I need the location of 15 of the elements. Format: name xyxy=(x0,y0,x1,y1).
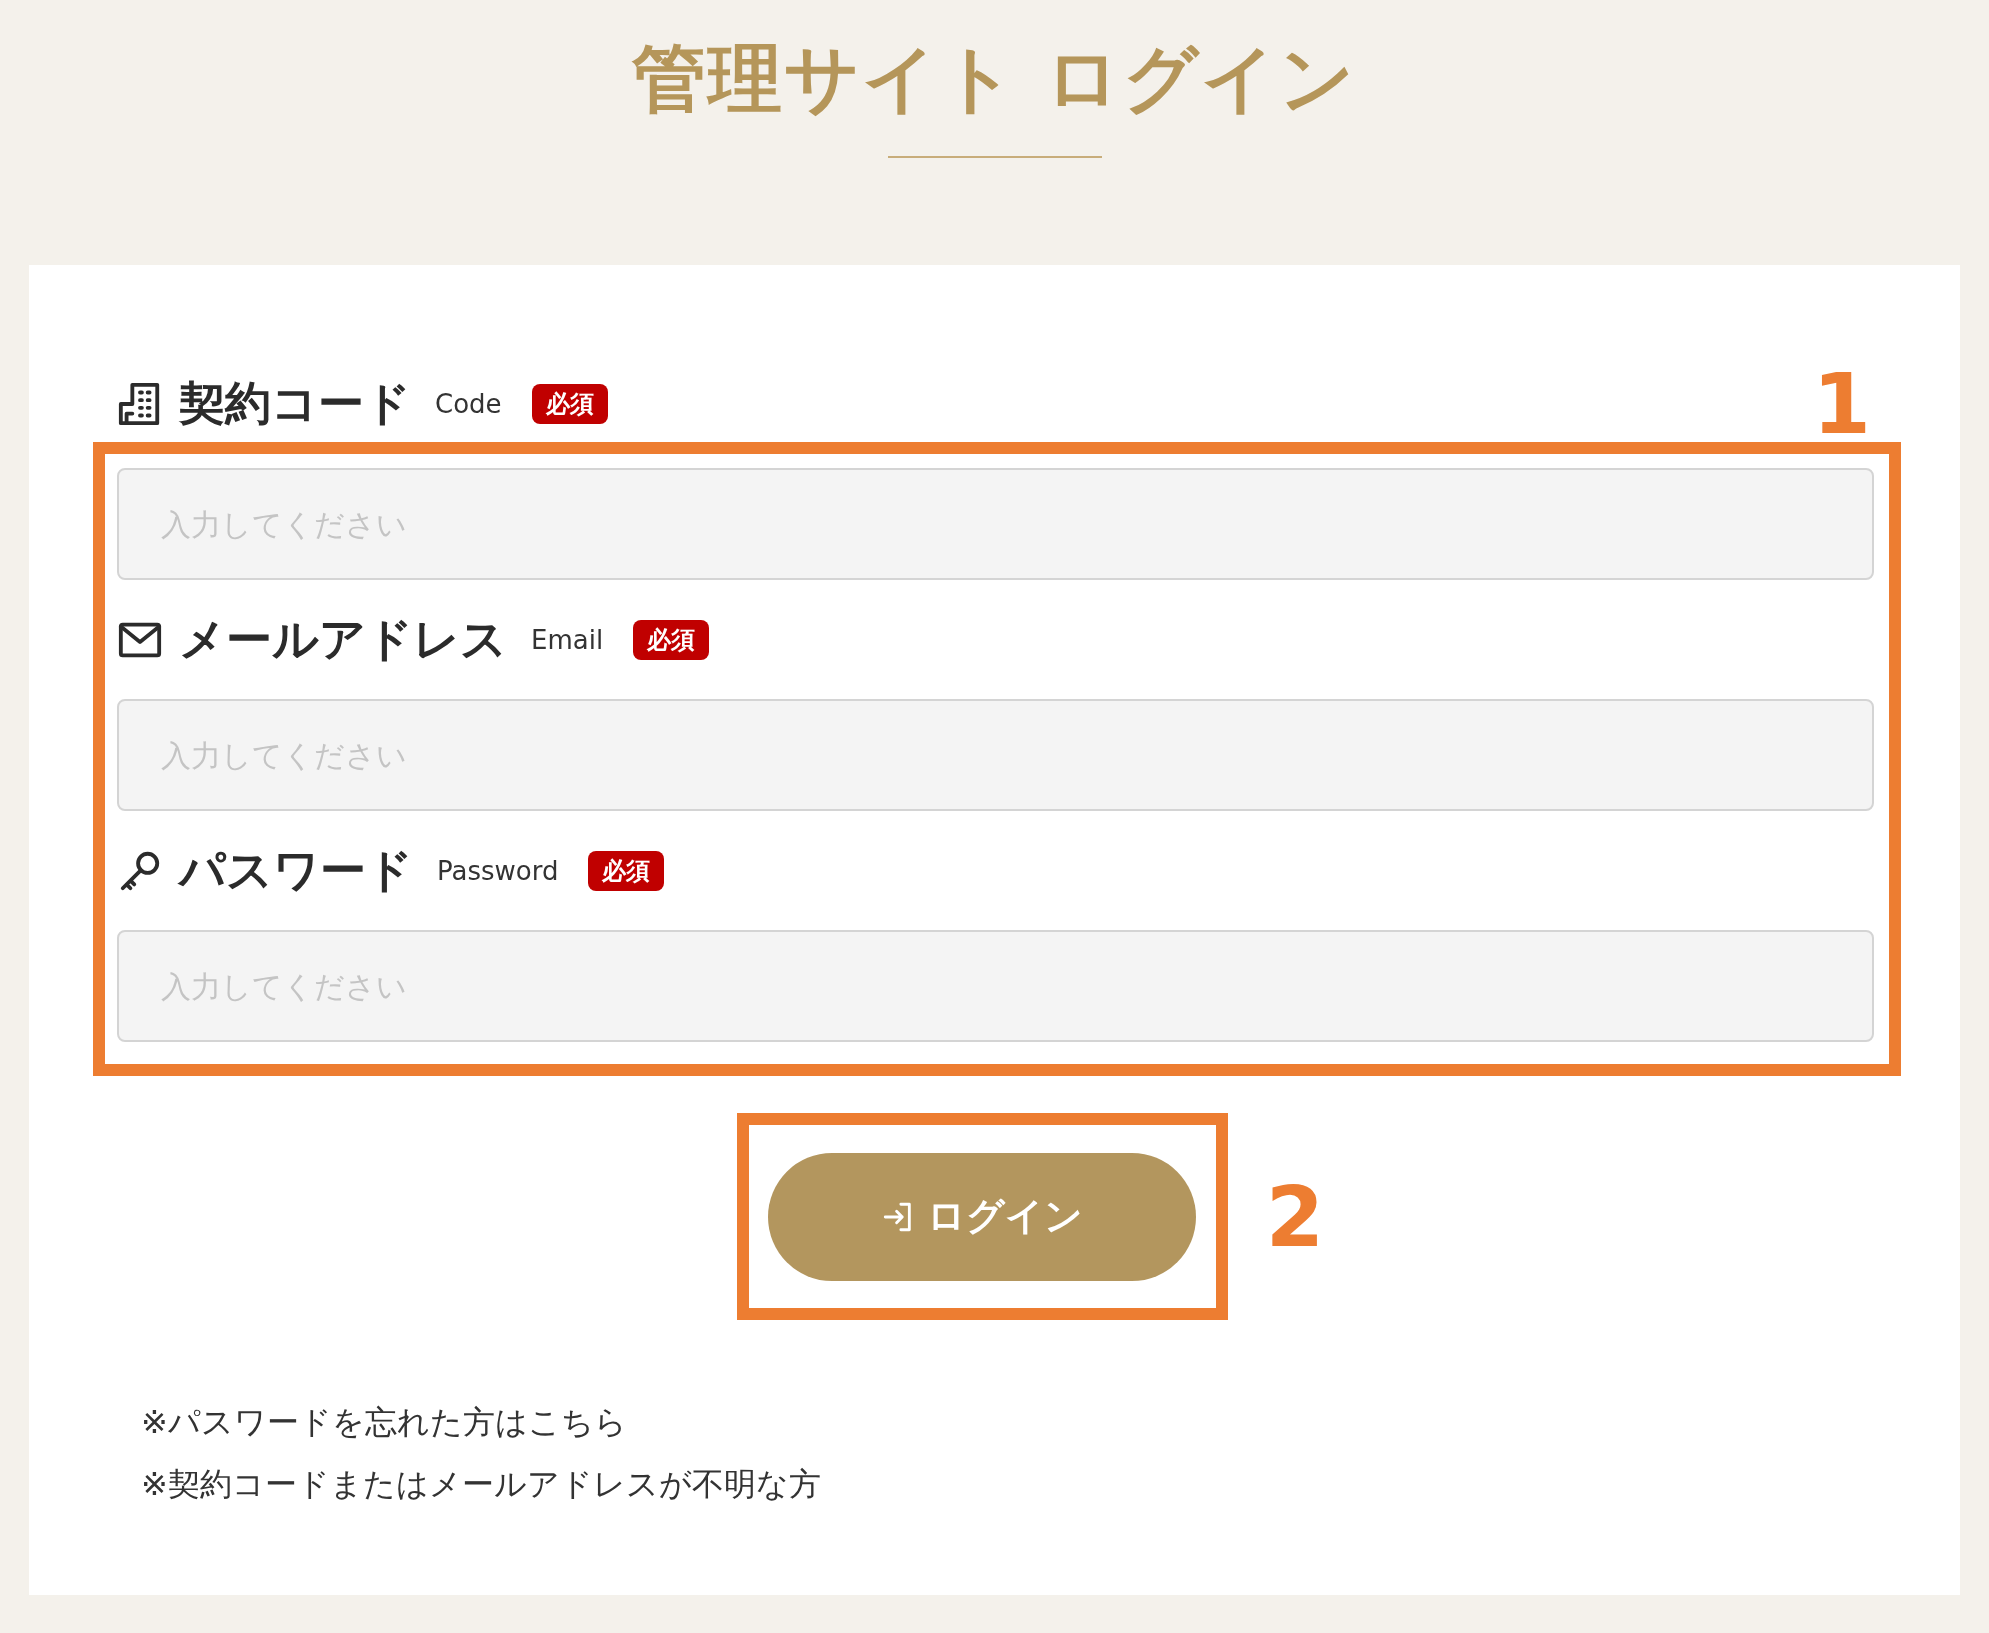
field-label: 契約コード xyxy=(179,374,411,432)
required-badge: 必須 xyxy=(531,383,608,424)
note-text: ※契約コードまたはメールアドレスが不明な方 xyxy=(141,1464,822,1505)
annotation-number: 2 xyxy=(1265,1174,1325,1259)
field-sublabel: Email xyxy=(531,624,604,655)
annotation-number: 1 xyxy=(1812,361,1871,446)
note-text: ※パスワードを忘れた方はこちら xyxy=(141,1402,628,1443)
field-label: メールアドレス xyxy=(179,610,507,668)
login-button[interactable]: ログイン xyxy=(768,1152,1197,1281)
field-sublabel: Code xyxy=(435,388,502,419)
required-badge: 必須 xyxy=(588,850,665,891)
required-badge: 必須 xyxy=(633,619,710,660)
field-label: パスワード xyxy=(179,841,413,899)
page-title: 管理サイト ログイン xyxy=(631,34,1358,123)
field-sublabel: Password xyxy=(437,855,559,886)
